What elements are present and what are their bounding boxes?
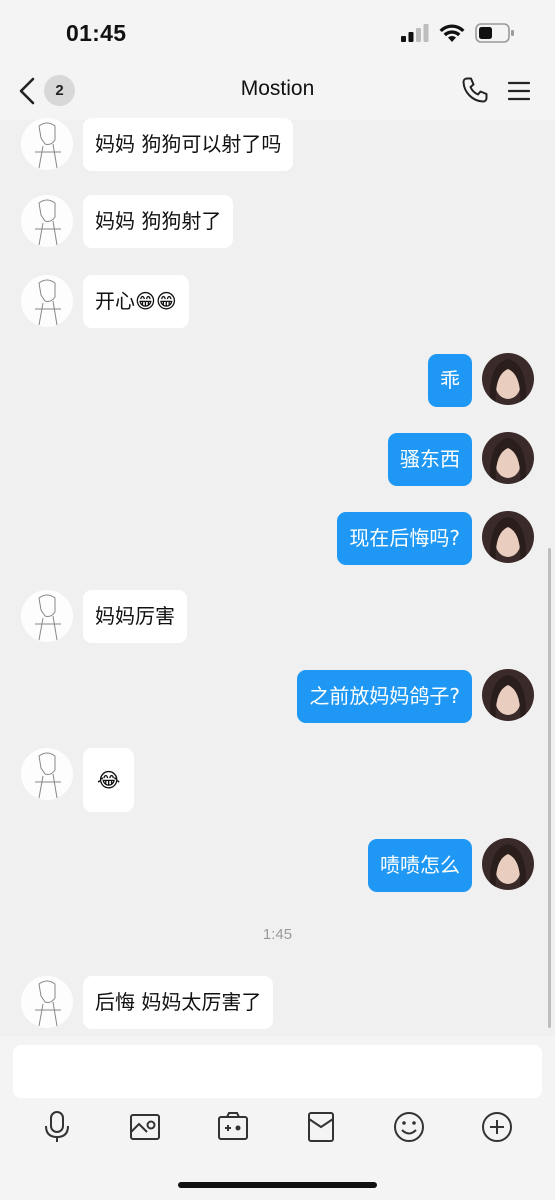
home-indicator[interactable] xyxy=(178,1182,377,1188)
outgoing-message[interactable]: 现在后悔吗? xyxy=(337,512,472,565)
message-list[interactable]: 妈妈 狗狗可以射了吗 妈妈 狗狗射了 开心😁😁 乖 骚东西 现在后悔吗? 妈妈厉… xyxy=(0,118,555,1036)
my-avatar[interactable] xyxy=(482,353,534,405)
red-packet-icon[interactable] xyxy=(304,1110,338,1144)
menu-icon[interactable] xyxy=(507,79,531,103)
contact-avatar[interactable] xyxy=(21,590,73,642)
status-bar: 01:45 xyxy=(0,0,555,62)
contact-avatar[interactable] xyxy=(21,748,73,800)
emoji-icon[interactable] xyxy=(392,1110,426,1144)
incoming-message[interactable]: 妈妈厉害 xyxy=(83,590,187,643)
incoming-message[interactable]: 后悔 妈妈太厉害了 xyxy=(83,976,274,1029)
contact-avatar[interactable] xyxy=(21,275,73,327)
cellular-signal-icon xyxy=(401,24,429,42)
incoming-message[interactable]: 开心😁😁 xyxy=(83,275,189,328)
image-icon[interactable] xyxy=(128,1110,162,1144)
contact-avatar[interactable] xyxy=(21,195,73,247)
outgoing-message[interactable]: 骚东西 xyxy=(388,433,472,486)
composer xyxy=(0,1036,555,1200)
my-avatar[interactable] xyxy=(482,669,534,721)
outgoing-message[interactable]: 乖 xyxy=(428,354,472,407)
wifi-icon xyxy=(439,23,465,42)
status-time: 01:45 xyxy=(66,20,127,46)
camera-icon[interactable] xyxy=(216,1110,250,1144)
plus-icon[interactable] xyxy=(480,1110,514,1144)
battery-icon xyxy=(475,23,514,43)
outgoing-message[interactable]: 之前放妈妈鸽子? xyxy=(297,670,472,723)
phone-icon[interactable] xyxy=(461,76,489,104)
scrollbar[interactable] xyxy=(548,548,551,1028)
contact-avatar[interactable] xyxy=(21,118,73,170)
incoming-message[interactable]: 妈妈 狗狗射了 xyxy=(83,195,234,248)
message-input[interactable] xyxy=(13,1045,542,1098)
my-avatar[interactable] xyxy=(482,432,534,484)
contact-avatar[interactable] xyxy=(21,976,73,1028)
message-timestamp: 1:45 xyxy=(262,926,293,943)
chat-header: 2 Mostion xyxy=(0,62,555,120)
incoming-message[interactable]: 妈妈 狗狗可以射了吗 xyxy=(83,118,294,171)
incoming-message[interactable]: 😂 xyxy=(83,748,135,812)
microphone-icon[interactable] xyxy=(40,1110,74,1144)
status-icons xyxy=(401,22,515,44)
my-avatar[interactable] xyxy=(482,838,534,890)
outgoing-message[interactable]: 啧啧怎么 xyxy=(368,839,472,892)
my-avatar[interactable] xyxy=(482,511,534,563)
